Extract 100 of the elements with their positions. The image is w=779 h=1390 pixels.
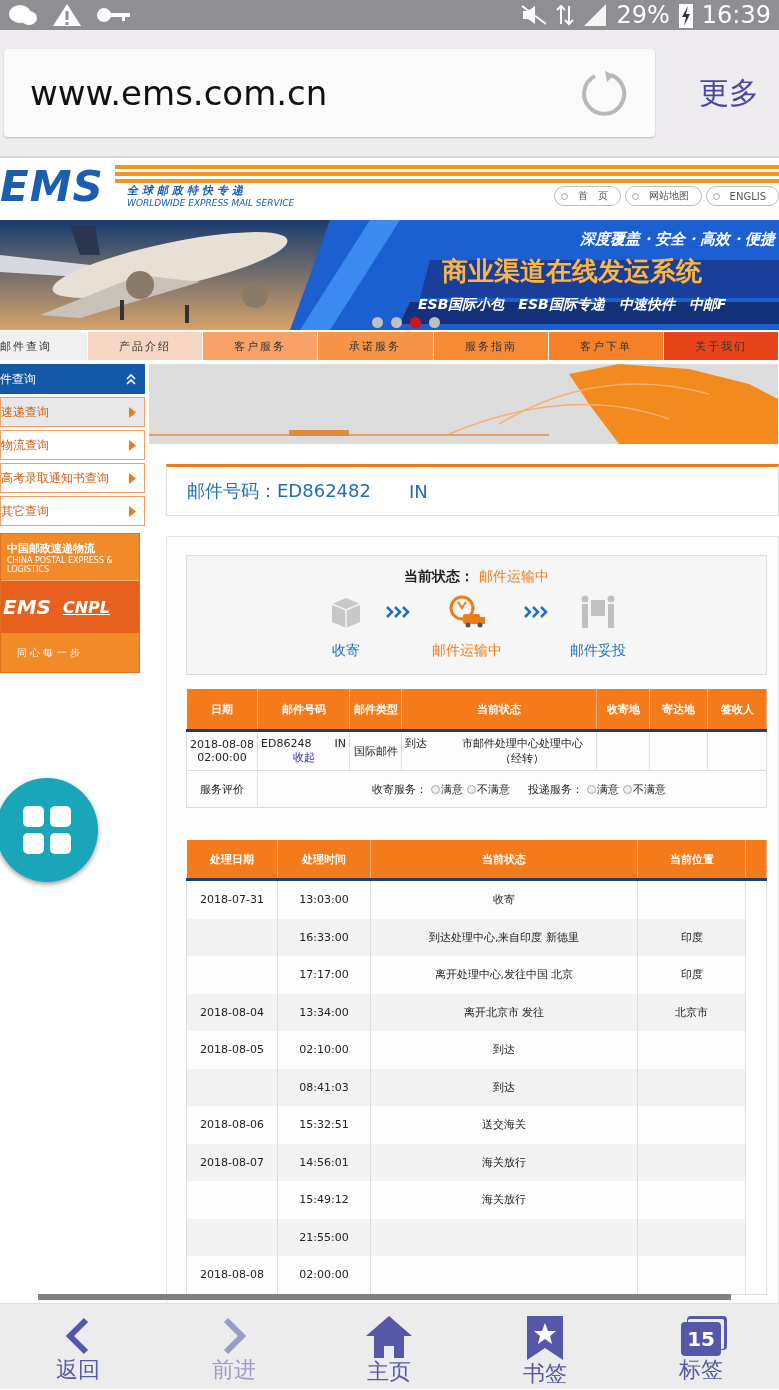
tracking-number: 邮件号码：ED862482 xyxy=(187,479,371,503)
table-cell: 16:33:00 xyxy=(299,930,349,944)
table-cell: 收寄 xyxy=(493,893,515,907)
chevrons-icon xyxy=(523,606,548,618)
tagline: 全球邮政特快专递 xyxy=(127,183,248,198)
table-cell: 海关放行 xyxy=(482,1193,526,1207)
sidebar-header[interactable]: 件查询 xyxy=(0,364,145,394)
slide-dot[interactable] xyxy=(410,317,421,328)
status-text: 到达 xyxy=(405,736,427,752)
triangle-icon xyxy=(129,439,136,451)
nav-tab[interactable]: 客户下单 xyxy=(548,332,664,360)
column-header: 处理时间 xyxy=(277,840,371,880)
status-text: 市邮件处理中心处理中心（经转） xyxy=(460,736,584,766)
ad-brand: CHINA POSTAL EXPRESS & LOGISTICS xyxy=(7,555,114,574)
reload-icon[interactable] xyxy=(581,69,629,117)
rating-label: 投递服务： xyxy=(528,781,583,797)
apps-button[interactable] xyxy=(0,778,98,882)
banner-slogan: 深度覆盖・安全・高效・便捷 xyxy=(580,230,775,249)
collapse-icon[interactable] xyxy=(125,373,137,385)
toolbar-button[interactable]: 15 标签 xyxy=(646,1304,757,1389)
warning-icon xyxy=(52,3,82,27)
table-cell: 15:49:12 xyxy=(299,1193,349,1207)
slide-dot[interactable] xyxy=(429,317,440,328)
tagline: WORLDWIDE EXPRESS MAIL SERVICE xyxy=(127,198,295,208)
ad-logo: CNPL xyxy=(62,597,111,617)
table-cell: 02:00:00 xyxy=(299,1268,349,1282)
sidebar-item[interactable]: 速递查询 xyxy=(0,397,145,427)
sidebar-item[interactable]: 物流查询 xyxy=(0,430,145,460)
nav-tab[interactable]: 关于我们 xyxy=(663,332,779,360)
column-header: 日期 xyxy=(186,689,258,731)
table-cell: 北京市 xyxy=(675,1005,708,1019)
table-cell: 2018-08-06 xyxy=(200,1118,264,1132)
toolbar-button[interactable]: 书签 xyxy=(490,1304,601,1389)
column-header: 邮件号码 xyxy=(257,689,350,731)
table-cell: 到达 xyxy=(493,1080,515,1094)
address-field[interactable]: www.ems.com.cn xyxy=(4,49,655,137)
nav-tab[interactable]: 邮件查询 xyxy=(0,332,88,360)
scrollbar[interactable] xyxy=(38,1294,731,1300)
mail-number: ED86248 xyxy=(261,737,312,750)
table-cell: 13:03:00 xyxy=(299,893,349,907)
table-cell: 15:32:51 xyxy=(299,1118,349,1132)
table-cell: 国际邮件 xyxy=(349,730,402,771)
chat-icon xyxy=(8,4,38,26)
ems-logo[interactable]: EMS xyxy=(0,158,115,220)
banner-title: 商业渠道在线发运系统 xyxy=(442,255,702,288)
rating-label: 收寄服务： xyxy=(372,781,427,797)
slide-dot[interactable] xyxy=(391,317,402,328)
radio-option[interactable]: 满意 xyxy=(587,781,619,797)
table-cell: 2018-08-07 xyxy=(200,1155,264,1169)
column-header: 收寄地 xyxy=(596,689,650,731)
mute-icon xyxy=(520,4,549,26)
nav-tab[interactable]: 承诺服务 xyxy=(318,332,434,360)
data-transfer-icon xyxy=(556,4,575,26)
nav-tab[interactable]: 产品介绍 xyxy=(88,332,204,360)
table-cell: 08:41:03 xyxy=(299,1080,349,1094)
table-cell: 17:17:00 xyxy=(299,968,349,982)
collapse-link[interactable]: 收起 xyxy=(261,750,346,765)
status-label: 当前状态： xyxy=(403,568,474,584)
table-cell: 到达 xyxy=(493,1043,515,1057)
ad-brand: 中国邮政速递物流 xyxy=(7,540,96,556)
radio-option[interactable]: 不满意 xyxy=(623,781,666,797)
ad-banner[interactable]: 中国邮政速递物流 CHINA POSTAL EXPRESS & LOGISTICS EMS CNPL 同 心 每 一 步 xyxy=(0,533,140,673)
nav-tab[interactable]: 客户服务 xyxy=(203,332,319,360)
bookmark-icon xyxy=(527,1316,564,1360)
step-label: 邮件妥投 xyxy=(569,642,626,660)
table-cell: 印度 xyxy=(680,968,703,982)
column-header: 签收人 xyxy=(707,689,767,731)
table-cell: 2018-08-05 xyxy=(200,1043,264,1057)
banner-tag: 中速快件 xyxy=(618,296,675,314)
slide-dot[interactable] xyxy=(372,317,383,328)
table-cell: 2018-08-08 xyxy=(200,1268,264,1282)
banner-tag: ESB国际专递 xyxy=(518,296,605,314)
toolbar-button[interactable]: 返回 xyxy=(22,1304,133,1389)
column-header: 寄达地 xyxy=(649,689,708,731)
table-cell: 2018-07-31 xyxy=(200,893,264,907)
sidebar-item[interactable]: 高考录取通知书查询 xyxy=(0,463,145,493)
column-header: 当前位置 xyxy=(637,840,746,880)
more-button[interactable]: 更多 xyxy=(695,68,763,118)
table-cell: 21:55:00 xyxy=(299,1230,349,1244)
radio-option[interactable]: 满意 xyxy=(431,781,463,797)
triangle-icon xyxy=(129,472,136,484)
column-header: 当前状态 xyxy=(370,840,638,880)
banner-tag: ESB国际小包 xyxy=(418,296,505,314)
table-cell: 2018-08-04 xyxy=(200,1005,264,1019)
sidebar-item[interactable]: 其它查询 xyxy=(0,496,145,526)
table-cell: 送交海关 xyxy=(482,1118,526,1132)
radio-option[interactable]: 不满意 xyxy=(467,781,510,797)
table-cell: 印度 xyxy=(680,930,703,944)
triangle-icon xyxy=(129,406,136,418)
clock: 16:39 xyxy=(701,1,771,29)
key-icon xyxy=(96,5,132,25)
column-header: 处理日期 xyxy=(186,840,278,880)
table-cell: 13:34:00 xyxy=(299,1005,349,1019)
toolbar-button[interactable]: 主页 xyxy=(334,1304,445,1389)
nav-tab[interactable]: 服务指南 xyxy=(433,332,549,360)
table-cell: 02:10:00 xyxy=(299,1043,349,1057)
battery-charging-icon xyxy=(677,2,694,28)
battery-percent: 29% xyxy=(616,1,670,29)
table-cell: 14:56:01 xyxy=(299,1155,349,1169)
table-cell: 离开北京市 发往 xyxy=(463,1005,545,1019)
